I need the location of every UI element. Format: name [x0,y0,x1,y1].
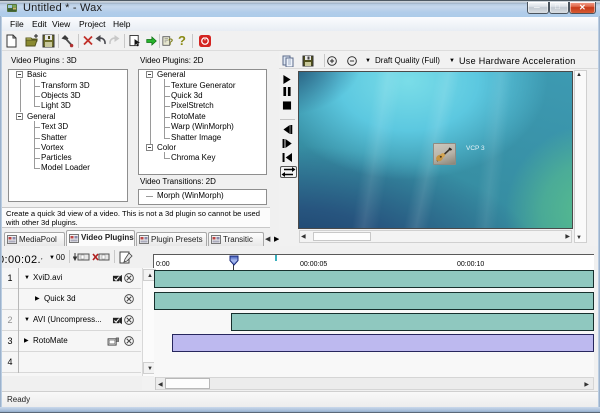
svg-text:?: ? [168,36,173,46]
svg-text:?: ? [178,34,186,48]
